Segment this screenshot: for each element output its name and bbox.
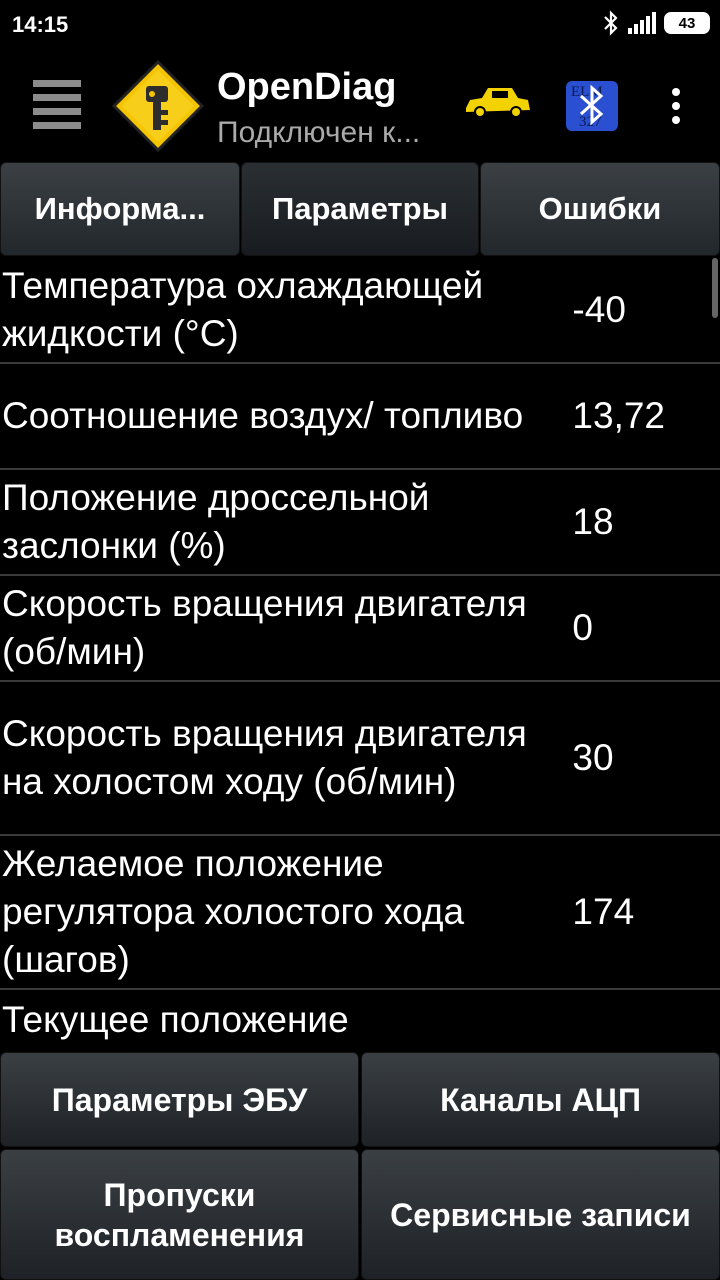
bluetooth-elm327-icon[interactable]: ELM 327 bbox=[565, 80, 619, 132]
action-bar: OpenDiag Подключен к... ELM 327 bbox=[0, 52, 720, 160]
tab-errors[interactable]: Ошибки bbox=[480, 162, 720, 256]
param-label: Скорость вращения двигателя (об/мин) bbox=[2, 583, 527, 672]
param-value: -40 bbox=[572, 289, 626, 330]
param-value: 13,72 bbox=[572, 395, 666, 436]
connection-status: Подключен к... bbox=[217, 116, 421, 149]
misfires-button[interactable]: Пропуски воспламенения bbox=[0, 1149, 359, 1280]
param-label: Температура охлаждающей жидкости (°C) bbox=[2, 265, 484, 354]
param-label: Положение дроссельной заслонки (%) bbox=[2, 477, 430, 566]
status-time: 14:15 bbox=[12, 12, 69, 37]
param-label: Желаемое положение регулятора холостого … bbox=[2, 843, 465, 980]
param-value: 174 bbox=[572, 891, 635, 932]
list-scrollbar[interactable] bbox=[712, 258, 718, 318]
param-label: Соотношение воздух/ топливо bbox=[2, 395, 524, 436]
param-row[interactable]: Температура охлаждающей жидкости (°C) -4… bbox=[0, 258, 720, 364]
car-icon[interactable] bbox=[462, 82, 532, 122]
bluetooth-status-icon bbox=[604, 10, 618, 36]
param-value: 30 bbox=[572, 737, 614, 778]
param-row[interactable]: Скорость вращения двигателя на холостом … bbox=[0, 682, 720, 836]
adc-channels-button[interactable]: Каналы АЦП bbox=[361, 1052, 720, 1147]
status-icons: 43 bbox=[602, 10, 710, 36]
signal-icon bbox=[628, 12, 656, 34]
param-value: 0 bbox=[572, 607, 593, 648]
param-row[interactable]: Соотношение воздух/ топливо 13,72 bbox=[0, 364, 720, 470]
app-logo-icon bbox=[112, 60, 204, 152]
tab-bar: Информа... Параметры Ошибки bbox=[0, 162, 720, 258]
param-value: 18 bbox=[572, 501, 614, 542]
param-row[interactable]: Желаемое положение регулятора холостого … bbox=[0, 836, 720, 990]
service-records-button[interactable]: Сервисные записи bbox=[361, 1149, 720, 1280]
status-bar: 14:15 43 bbox=[0, 0, 720, 52]
ecu-params-button[interactable]: Параметры ЭБУ bbox=[0, 1052, 359, 1147]
bottom-button-panel: Параметры ЭБУ Каналы АЦП Пропуски воспла… bbox=[0, 1052, 720, 1280]
param-row[interactable]: Текущее положение bbox=[0, 990, 720, 1050]
param-label: Скорость вращения двигателя на холостом … bbox=[2, 713, 527, 802]
tab-info[interactable]: Информа... bbox=[0, 162, 240, 256]
menu-icon[interactable] bbox=[33, 80, 81, 129]
param-row[interactable]: Положение дроссельной заслонки (%) 18 bbox=[0, 470, 720, 576]
app-title: OpenDiag bbox=[217, 66, 397, 108]
parameter-list[interactable]: Температура охлаждающей жидкости (°C) -4… bbox=[0, 258, 720, 1050]
param-row[interactable]: Скорость вращения двигателя (об/мин) 0 bbox=[0, 576, 720, 682]
battery-icon: 43 bbox=[664, 12, 710, 34]
param-label: Текущее положение bbox=[2, 999, 349, 1040]
tab-parameters[interactable]: Параметры bbox=[241, 162, 479, 256]
more-options-icon[interactable] bbox=[668, 88, 684, 128]
